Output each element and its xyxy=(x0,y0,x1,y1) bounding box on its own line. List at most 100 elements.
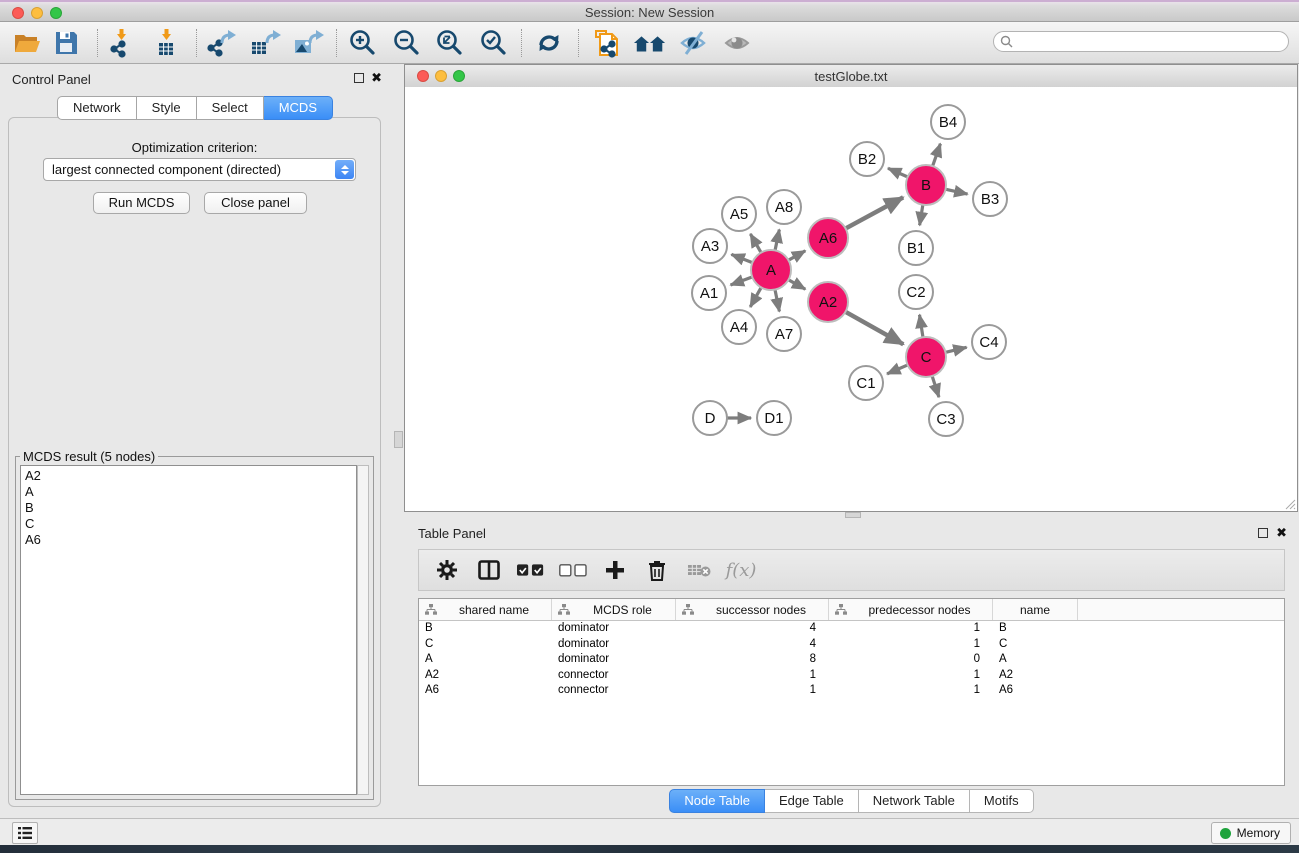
table-cell[interactable]: A2 xyxy=(419,668,552,684)
table-row[interactable]: A6connector11A6 xyxy=(419,683,1284,699)
table-cell[interactable]: B xyxy=(419,621,552,637)
node-table[interactable]: shared nameMCDS rolesuccessor nodesprede… xyxy=(418,598,1285,786)
tab-style[interactable]: Style xyxy=(137,96,197,120)
table-cell[interactable]: C xyxy=(419,637,552,653)
task-history-button[interactable] xyxy=(12,822,38,844)
home-networks-icon[interactable] xyxy=(633,28,667,58)
resize-grip-icon[interactable] xyxy=(1282,496,1296,510)
import-network-icon[interactable] xyxy=(105,28,139,58)
graph-node-A2[interactable]: A2 xyxy=(808,282,848,322)
zoom-in-icon[interactable] xyxy=(346,28,380,58)
graph-node-A7[interactable]: A7 xyxy=(767,317,801,351)
graph-edge-C-C1[interactable] xyxy=(887,364,909,374)
table-cell[interactable]: dominator xyxy=(552,621,676,637)
tab-network[interactable]: Network xyxy=(57,96,137,120)
table-cell[interactable]: dominator xyxy=(552,637,676,653)
column-header-name[interactable]: name xyxy=(993,599,1078,620)
graph-node-C1[interactable]: C1 xyxy=(849,366,883,400)
float-panel-icon[interactable] xyxy=(354,73,364,83)
graph-node-C2[interactable]: C2 xyxy=(899,275,933,309)
zoom-selected-icon[interactable] xyxy=(477,28,511,58)
graph-node-A4[interactable]: A4 xyxy=(722,310,756,344)
graph-node-A3[interactable]: A3 xyxy=(693,229,727,263)
column-header-MCDS-role[interactable]: MCDS role xyxy=(552,599,676,620)
table-cell[interactable]: A xyxy=(993,652,1078,668)
toggle-column-view-icon[interactable] xyxy=(475,556,503,584)
table-cell[interactable]: 1 xyxy=(829,621,993,637)
import-table-icon[interactable] xyxy=(150,28,184,58)
graph-node-B2[interactable]: B2 xyxy=(850,142,884,176)
graph-edge-A-A1[interactable] xyxy=(731,276,755,285)
table-row[interactable]: Adominator80A xyxy=(419,652,1284,668)
graph-edge-A-A5[interactable] xyxy=(750,234,762,254)
tab-edge-table[interactable]: Edge Table xyxy=(765,789,859,813)
mcds-result-item[interactable]: A xyxy=(25,484,352,500)
hide-details-icon[interactable] xyxy=(677,28,711,58)
tab-node-table[interactable]: Node Table xyxy=(669,789,765,813)
graph-edge-A6-B[interactable] xyxy=(844,197,903,229)
close-panel-button[interactable]: Close panel xyxy=(204,192,307,214)
graph-edge-C-C4[interactable] xyxy=(944,347,967,353)
table-settings-gear-icon[interactable] xyxy=(433,556,461,584)
table-cell[interactable]: 1 xyxy=(676,668,829,684)
tab-motifs[interactable]: Motifs xyxy=(970,789,1034,813)
deselect-all-columns-icon[interactable] xyxy=(559,556,587,584)
graph-node-D[interactable]: D xyxy=(693,401,727,435)
graph-edge-B-B3[interactable] xyxy=(944,189,968,194)
tab-mcds[interactable]: MCDS xyxy=(264,96,333,120)
graph-edge-C-C3[interactable] xyxy=(932,374,939,397)
graph-edge-A-A6[interactable] xyxy=(787,251,806,261)
delete-column-icon[interactable] xyxy=(643,556,671,584)
table-cell[interactable]: C xyxy=(993,637,1078,653)
table-cell[interactable]: 0 xyxy=(829,652,993,668)
graph-node-A1[interactable]: A1 xyxy=(692,276,726,310)
table-cell[interactable]: 1 xyxy=(829,668,993,684)
graph-node-C4[interactable]: C4 xyxy=(972,325,1006,359)
mcds-result-item[interactable]: A2 xyxy=(25,468,352,484)
save-session-icon[interactable] xyxy=(49,28,83,58)
table-cell[interactable]: connector xyxy=(552,668,676,684)
graph-edge-A2-C[interactable] xyxy=(844,311,904,344)
graph-node-C[interactable]: C xyxy=(906,337,946,377)
graph-node-A[interactable]: A xyxy=(751,250,791,290)
column-header-predecessor-nodes[interactable]: predecessor nodes xyxy=(829,599,993,620)
table-cell[interactable]: A xyxy=(419,652,552,668)
graph-node-B4[interactable]: B4 xyxy=(931,105,965,139)
table-row[interactable]: A2connector11A2 xyxy=(419,668,1284,684)
graph-edge-B-B1[interactable] xyxy=(920,203,924,226)
graph-node-B3[interactable]: B3 xyxy=(973,182,1007,216)
table-cell[interactable]: dominator xyxy=(552,652,676,668)
table-cell[interactable]: 8 xyxy=(676,652,829,668)
export-table-icon[interactable] xyxy=(248,28,282,58)
table-cell[interactable]: A6 xyxy=(419,683,552,699)
zoom-out-icon[interactable] xyxy=(390,28,424,58)
create-column-icon[interactable] xyxy=(601,556,629,584)
table-cell[interactable]: A6 xyxy=(993,683,1078,699)
export-network-icon[interactable] xyxy=(205,28,239,58)
table-cell[interactable]: 4 xyxy=(676,621,829,637)
table-close-panel-icon[interactable]: ✖ xyxy=(1276,528,1287,538)
graph-node-A6[interactable]: A6 xyxy=(808,218,848,258)
table-cell[interactable]: A2 xyxy=(993,668,1078,684)
open-file-icon[interactable] xyxy=(10,28,44,58)
tab-network-table[interactable]: Network Table xyxy=(859,789,970,813)
graph-edge-A-A2[interactable] xyxy=(787,279,806,289)
table-cell[interactable]: 1 xyxy=(829,637,993,653)
mcds-result-item[interactable]: A6 xyxy=(25,532,352,548)
graph-node-A5[interactable]: A5 xyxy=(722,197,756,231)
graph-node-B1[interactable]: B1 xyxy=(899,231,933,265)
table-float-panel-icon[interactable] xyxy=(1258,528,1268,538)
close-panel-icon[interactable]: ✖ xyxy=(371,73,382,83)
table-row[interactable]: Cdominator41C xyxy=(419,637,1284,653)
select-all-columns-icon[interactable] xyxy=(517,556,545,584)
table-row[interactable]: Bdominator41B xyxy=(419,621,1284,637)
graph-edge-C-C2[interactable] xyxy=(919,315,923,339)
tab-select[interactable]: Select xyxy=(197,96,264,120)
graph-node-B[interactable]: B xyxy=(906,165,946,205)
memory-button[interactable]: Memory xyxy=(1211,822,1291,844)
graph-node-D1[interactable]: D1 xyxy=(757,401,791,435)
graph-edge-A-A4[interactable] xyxy=(750,286,762,307)
graph-edge-B-B2[interactable] xyxy=(888,168,909,177)
export-image-icon[interactable] xyxy=(291,28,325,58)
search-input[interactable] xyxy=(993,31,1289,52)
